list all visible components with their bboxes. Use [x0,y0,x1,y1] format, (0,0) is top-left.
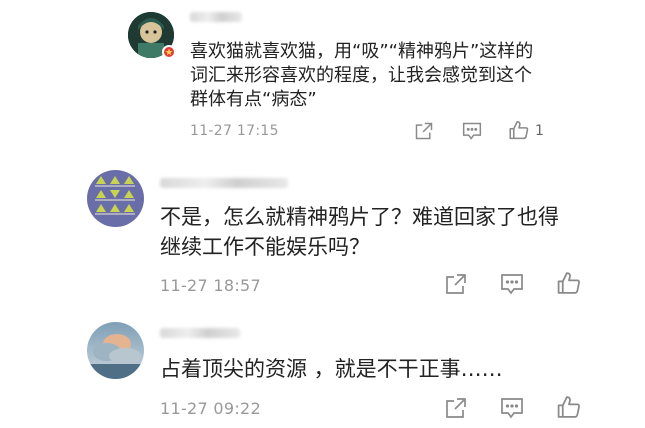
commenter-avatar-2[interactable] [87,170,144,227]
share-icon[interactable] [444,396,468,420]
comment-3-time: 11-27 09:22 [160,399,261,418]
comment-icon[interactable] [499,272,525,296]
comment-1-line-1: 喜欢猫就喜欢猫，用“吸”“精神鸦片”这样的 [190,41,534,62]
thumbs-up-icon[interactable] [556,271,582,296]
thumbs-up-icon[interactable] [508,120,530,141]
comment-1-text: 喜欢猫就喜欢猫，用“吸”“精神鸦片”这样的 词汇来形容喜欢的程度，让我会感觉到这… [190,40,550,112]
share-icon[interactable] [444,272,468,296]
comment-3-text: 占着顶尖的资源 ，就是不干正事…… [160,357,503,381]
commenter-name-1[interactable] [190,12,242,22]
comment-2-line-1: 不是，怎么就精神鸦片了？难道回家了也得 [160,205,559,229]
commenter-name-3[interactable] [160,328,240,338]
comment-1-line-2: 词汇来形容喜欢的程度，让我会感觉到这个 [190,64,532,86]
comment-icon[interactable] [461,121,483,141]
thumbs-up-icon[interactable] [556,395,582,420]
comment-1-like-count: 1 [535,123,544,139]
commenter-avatar-3[interactable] [87,322,144,379]
badge-icon [162,45,176,59]
commenter-name-2[interactable] [160,178,288,188]
comment-1-line-3: 群体有点“病态” [190,88,317,110]
comment-2-line-2: 继续工作不能娱乐吗？ [160,235,370,260]
comment-icon[interactable] [499,396,525,420]
comment-1-time: 11-27 17:15 [190,123,279,139]
comment-2-time: 11-27 18:57 [160,276,261,295]
share-icon[interactable] [414,121,434,141]
comment-2-text: 不是，怎么就精神鸦片了？难道回家了也得 继续工作不能娱乐吗？ [160,202,600,263]
